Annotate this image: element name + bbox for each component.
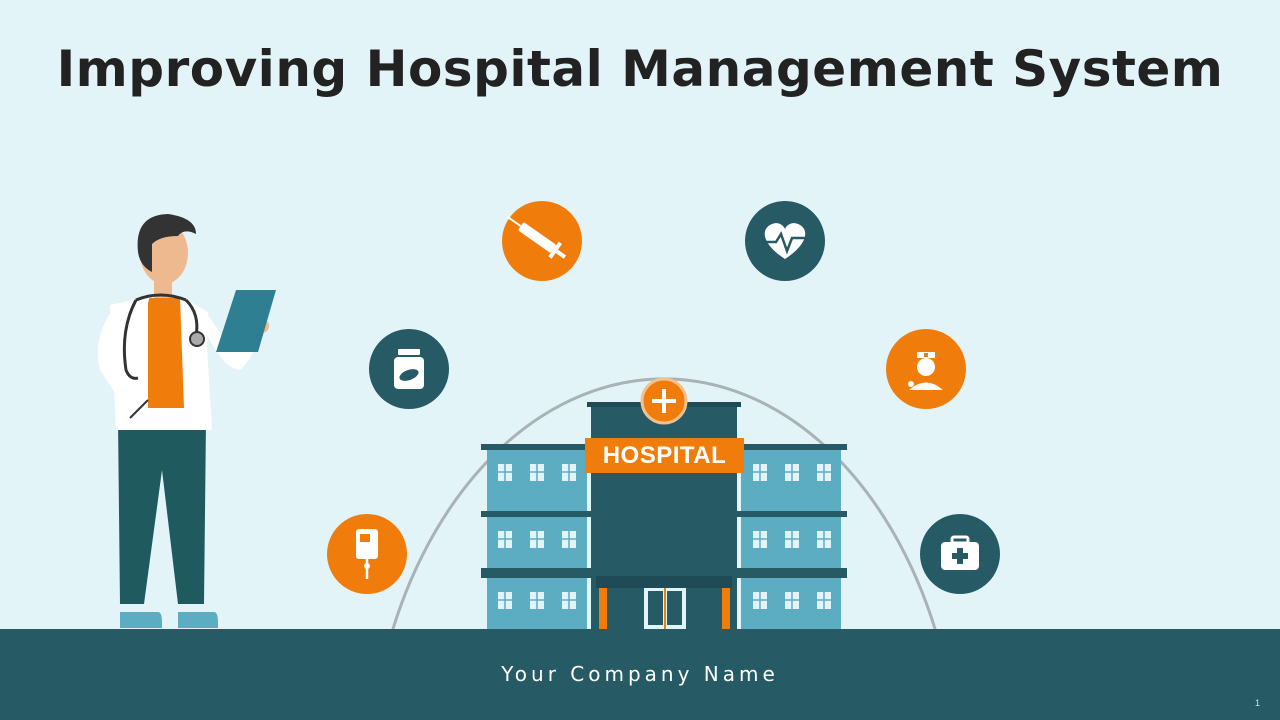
medicine-bottle-icon <box>369 329 449 409</box>
hospital-sign-text: HOSPITAL <box>602 442 727 469</box>
company-name: Your Company Name <box>501 662 779 686</box>
page-number: 1 <box>1254 698 1260 708</box>
doctor-figure <box>97 214 276 628</box>
heart-pulse-icon <box>745 201 825 281</box>
hospital-building <box>481 377 847 629</box>
nurse-icon <box>886 329 966 409</box>
slide: Improving Hospital Management System HOS… <box>0 0 1280 720</box>
iv-drip-icon <box>327 514 407 594</box>
illustration <box>97 201 1000 633</box>
syringe-icon <box>502 201 582 281</box>
first-aid-kit-icon <box>920 514 1000 594</box>
